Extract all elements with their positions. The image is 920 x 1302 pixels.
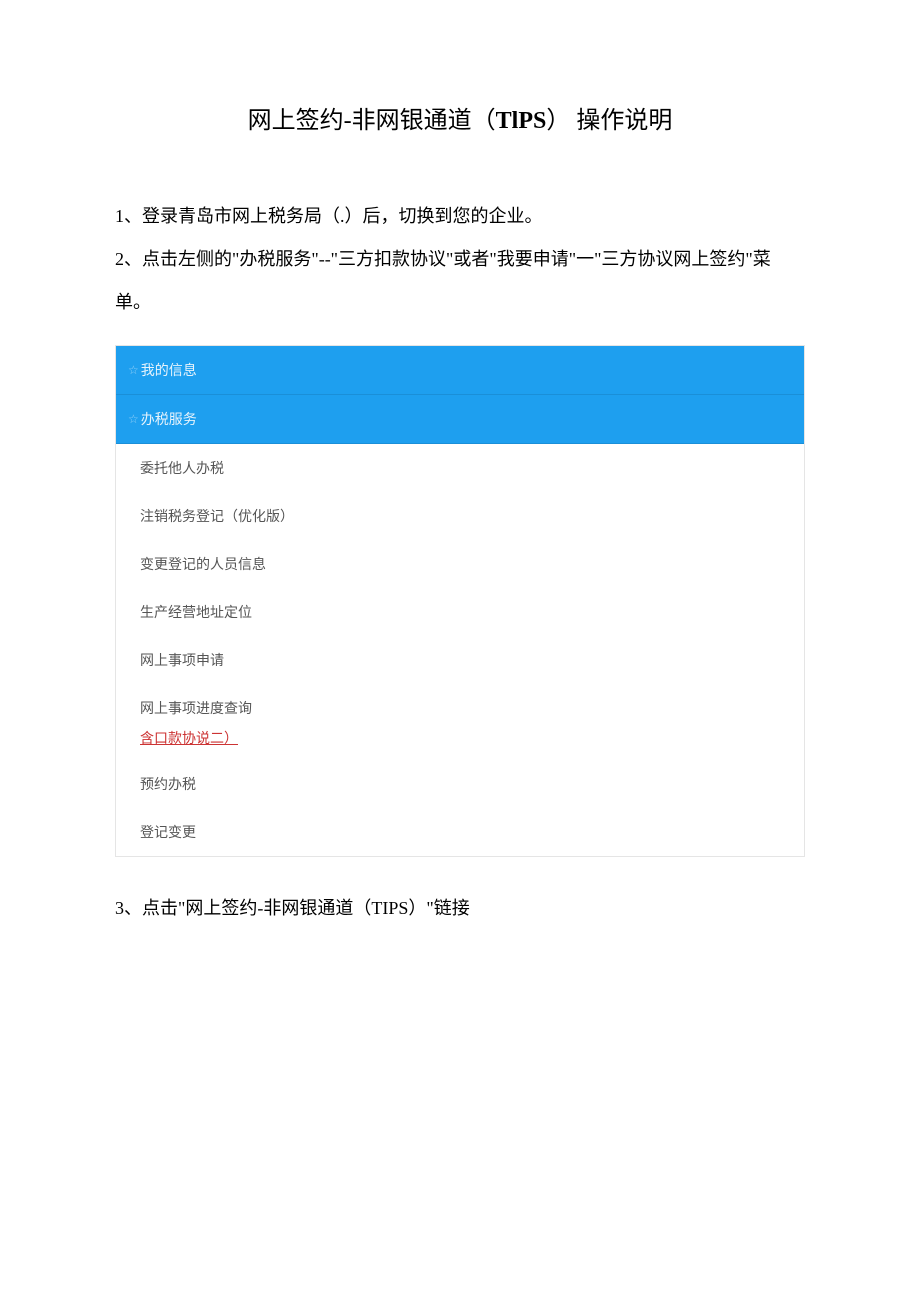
step-2-text: 2、点击左侧的"办税服务"--"三方扣款协议"或者"我要申请"一"三方协议网上签… <box>115 238 805 324</box>
menu-item-label: 登记变更 <box>140 824 196 840</box>
menu-item-label: 委托他人办税 <box>140 460 224 476</box>
menu-item-label: 网上事项进度查询 <box>140 700 252 716</box>
title-suffix: ） 操作说明 <box>546 108 672 134</box>
menu-item-highlight-link[interactable]: 含口款协说二） <box>116 724 804 760</box>
star-icon: ☆ <box>128 412 139 426</box>
menu-item-label: 预约办税 <box>140 776 196 792</box>
menu-header-label: 办税服务 <box>141 411 197 427</box>
menu-header-my-info[interactable]: ☆我的信息 <box>116 346 804 395</box>
menu-item-cancel-reg[interactable]: 注销税务登记（优化版） <box>116 492 804 540</box>
menu-item-address-location[interactable]: 生产经营地址定位 <box>116 588 804 636</box>
menu-item-label: 网上事项申请 <box>140 652 224 668</box>
sidebar-menu: ☆我的信息 ☆办税服务 委托他人办税 注销税务登记（优化版） 变更登记的人员信息… <box>115 345 805 857</box>
menu-item-label: 含口款协说二） <box>140 730 238 746</box>
menu-item-appointment[interactable]: 预约办税 <box>116 760 804 808</box>
menu-item-online-apply[interactable]: 网上事项申请 <box>116 636 804 684</box>
menu-header-tax-service[interactable]: ☆办税服务 <box>116 395 804 444</box>
menu-item-label: 注销税务登记（优化版） <box>140 508 294 524</box>
star-icon: ☆ <box>128 363 139 377</box>
menu-item-label: 生产经营地址定位 <box>140 604 252 620</box>
menu-item-change-personnel[interactable]: 变更登记的人员信息 <box>116 540 804 588</box>
title-prefix: 网上签约-非网银通道（ <box>248 108 496 134</box>
step-1-text: 1、登录青岛市网上税务局（.）后，切换到您的企业。 <box>115 195 805 238</box>
menu-item-reg-change[interactable]: 登记变更 <box>116 808 804 856</box>
title-bold: TlPS <box>496 108 547 134</box>
menu-item-label: 变更登记的人员信息 <box>140 556 266 572</box>
document-page: 网上签约-非网银通道（TlPS） 操作说明 1、登录青岛市网上税务局（.）后，切… <box>0 0 920 990</box>
step-3-text: 3、点击"网上签约-非网银通道（TIPS）"链接 <box>115 887 805 930</box>
menu-header-label: 我的信息 <box>141 362 197 378</box>
menu-item-delegate[interactable]: 委托他人办税 <box>116 444 804 492</box>
page-title: 网上签约-非网银通道（TlPS） 操作说明 <box>115 100 805 135</box>
